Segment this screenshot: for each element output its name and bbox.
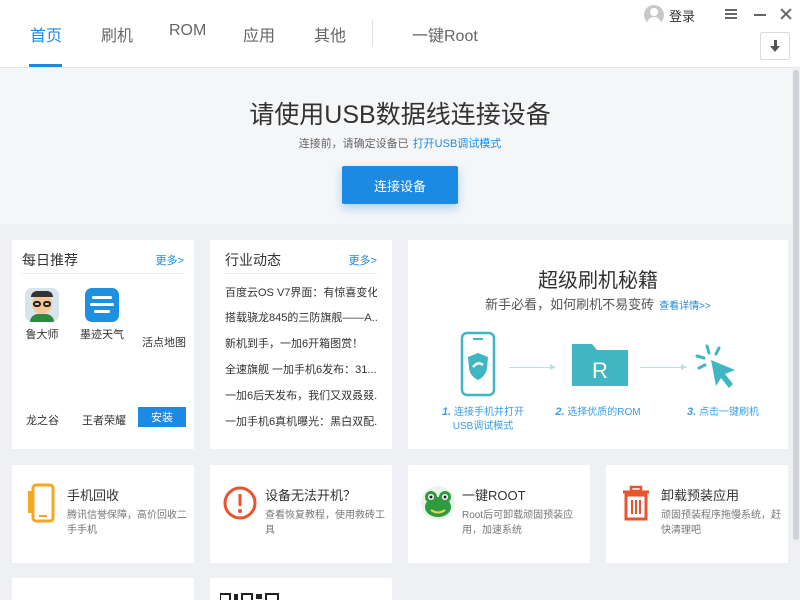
step-3-label: 3. 点击一键刷机 bbox=[687, 406, 759, 418]
tab-rom[interactable]: ROM bbox=[169, 22, 206, 40]
card-title: 行业动态 bbox=[225, 252, 281, 268]
close-icon[interactable] bbox=[776, 4, 796, 24]
app-longzhigu[interactable]: 龙之谷 bbox=[26, 412, 59, 428]
login-label: 登录 bbox=[669, 8, 696, 24]
daily-recommend-card: 每日推荐 更多> 鲁大师 墨迹天气 活点地图 龙之谷 王者荣耀 安装 bbox=[12, 240, 194, 449]
bottom-card bbox=[12, 578, 194, 600]
user-avatar-icon bbox=[644, 5, 664, 25]
news-item[interactable]: 新机到手，一加6开箱图赏！ bbox=[225, 335, 377, 351]
rom-folder-glyph: R bbox=[592, 358, 608, 383]
warning-icon bbox=[223, 486, 257, 520]
tab-home[interactable]: 首页 bbox=[30, 22, 62, 46]
industry-news-card: 行业动态 更多> 百度云OS V7界面：有惊喜变化 搭载骁龙845的三防旗舰——… bbox=[210, 240, 392, 449]
click-cursor-icon bbox=[695, 344, 735, 388]
connect-subtitle-text: 连接前，请确定设备已 bbox=[298, 138, 409, 150]
tab-root[interactable]: 一键Root bbox=[412, 22, 478, 46]
root-frog-icon bbox=[421, 486, 455, 520]
app-moji-weather[interactable]: 墨迹天气 bbox=[75, 288, 129, 342]
connect-subtitle: 连接前，请确定设备已 打开USB调试模式 bbox=[0, 135, 800, 151]
guide-title: 超级刷机秘籍 bbox=[538, 270, 658, 292]
install-button[interactable]: 安装 bbox=[138, 407, 186, 427]
step-arrow bbox=[509, 364, 556, 370]
news-item[interactable]: 百度云OS V7界面：有惊喜变化 bbox=[225, 284, 377, 300]
flash-guide-card: 超级刷机秘籍 新手必看，如何刷机不易变砖 查看详情>> R 1. 连接手机并打开 U… bbox=[408, 240, 788, 449]
news-item[interactable]: 一加6后天发布，我们又双叒叕... bbox=[225, 387, 377, 403]
card-title: 每日推荐 bbox=[22, 252, 78, 268]
step-1-label: 1. 连接手机并打开 USB调试模式 bbox=[442, 406, 524, 432]
feature-title: 设备无法开机？ bbox=[265, 488, 357, 503]
app-ludashi[interactable]: 鲁大师 bbox=[15, 288, 69, 342]
scrollbar[interactable] bbox=[792, 68, 800, 600]
minimize-icon[interactable] bbox=[750, 4, 770, 24]
one-click-root-card[interactable]: 一键ROOT Root后可卸载顽固预装应用，加速系统 bbox=[408, 465, 590, 563]
top-bar: 首页 刷机 ROM 应用 其他 一键Root 登录 bbox=[0, 0, 800, 68]
connect-device-button[interactable]: 连接设备 bbox=[342, 166, 458, 204]
qr-code-icon bbox=[220, 593, 279, 600]
trash-icon bbox=[623, 485, 649, 521]
phone-recycle-card[interactable]: 手机回收 腾讯信誉保障，高价回收二手手机 bbox=[12, 465, 194, 563]
more-link[interactable]: 更多> bbox=[156, 252, 184, 268]
tab-flash[interactable]: 刷机 bbox=[101, 22, 133, 46]
active-tab-indicator bbox=[29, 64, 62, 67]
bottom-card bbox=[210, 578, 392, 600]
app-name: 鲁大师 bbox=[25, 329, 59, 341]
feature-desc: 顽固预装程序拖慢系统，赶快清理吧 bbox=[661, 510, 781, 536]
phone-recycle-icon bbox=[28, 483, 55, 523]
feature-title: 一键ROOT bbox=[462, 488, 526, 503]
feature-desc: 查看恢复教程，使用救砖工具 bbox=[265, 510, 385, 536]
app-huodian-map[interactable]: 活点地图 bbox=[142, 334, 186, 350]
news-item[interactable]: 全速旗舰 一加手机6发布：31... bbox=[225, 361, 377, 377]
feature-title: 手机回收 bbox=[67, 488, 120, 503]
tab-apps[interactable]: 应用 bbox=[243, 22, 275, 46]
guide-details-link[interactable]: 查看详情>> bbox=[659, 301, 711, 312]
usb-debug-link[interactable]: 打开USB调试模式 bbox=[413, 138, 502, 150]
feature-title: 卸载预装应用 bbox=[661, 488, 740, 503]
weather-icon bbox=[85, 288, 119, 322]
rom-folder-icon: R bbox=[572, 344, 628, 386]
more-link[interactable]: 更多> bbox=[349, 252, 377, 268]
menu-icon[interactable] bbox=[721, 4, 741, 24]
step-arrow bbox=[640, 364, 687, 370]
scrollbar-thumb[interactable] bbox=[793, 70, 799, 540]
device-wont-boot-card[interactable]: 设备无法开机？ 查看恢复教程，使用救砖工具 bbox=[210, 465, 392, 563]
guide-subtitle-text: 新手必看，如何刷机不易变砖 bbox=[485, 297, 655, 312]
lu-dashi-icon bbox=[25, 288, 59, 322]
connect-banner: 请使用USB数据线连接设备 连接前，请确定设备已 打开USB调试模式 连接设备 bbox=[0, 68, 800, 224]
download-button[interactable] bbox=[760, 32, 790, 60]
guide-subtitle: 新手必看，如何刷机不易变砖 查看详情>> bbox=[408, 294, 788, 313]
nav-divider bbox=[372, 20, 373, 46]
login-button[interactable]: 登录 bbox=[644, 4, 695, 26]
app-name: 墨迹天气 bbox=[80, 329, 124, 341]
feature-desc: 腾讯信誉保障，高价回收二手手机 bbox=[67, 510, 187, 536]
app-honor-of-kings[interactable]: 王者荣耀 bbox=[82, 412, 126, 428]
tab-other[interactable]: 其他 bbox=[314, 22, 346, 46]
phone-icon bbox=[460, 331, 496, 397]
connect-title: 请使用USB数据线连接设备 bbox=[249, 101, 551, 129]
uninstall-preinstalled-card[interactable]: 卸载预装应用 顽固预装程序拖慢系统，赶快清理吧 bbox=[606, 465, 788, 563]
news-item[interactable]: 搭载骁龙845的三防旗舰——A... bbox=[225, 309, 377, 325]
feature-desc: Root后可卸载顽固预装应用，加速系统 bbox=[462, 510, 574, 536]
news-item[interactable]: 一加手机6真机曝光：黑白双配... bbox=[225, 413, 377, 429]
step-2-label: 2. 选择优质的ROM bbox=[555, 406, 641, 418]
